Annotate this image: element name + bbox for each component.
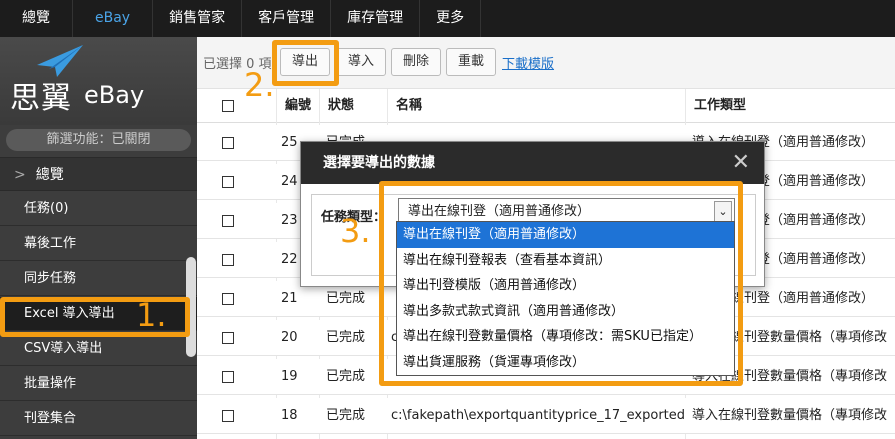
select-all-checkbox[interactable] — [222, 89, 234, 123]
checkbox-icon[interactable] — [222, 136, 234, 149]
checkbox-icon[interactable] — [222, 370, 234, 383]
table-header: 編號 狀態 名稱 工作類型 — [197, 89, 895, 123]
sidebar: 思翼 eBay 篩選功能：已關閉 > 總覽 任務(0) 幕後工作 同步任務 Exc… — [0, 37, 197, 439]
table-row[interactable]: 18 已完成 c:\fakepath\exportquantityprice_17_… — [197, 398, 895, 434]
delete-button[interactable]: 刪除 — [391, 48, 442, 76]
row-job-type: 導入在線刊登數量價格（專項修改 — [692, 408, 888, 423]
row-status: 已完成 — [326, 369, 366, 384]
row-name: c:\fakepath\exportquantityprice_17_expor… — [391, 408, 686, 423]
nav-sales-manager[interactable]: 銷售管家 — [153, 0, 243, 37]
sidebar-overview-label: 總覽 — [35, 167, 64, 183]
annotation-box-step3 — [379, 181, 743, 386]
row-checkbox[interactable] — [222, 320, 234, 356]
top-nav: 總覽 eBay 銷售管家 客戶管理 庫存管理 更多 — [0, 0, 895, 37]
sidebar-item-background-jobs[interactable]: 幕後工作 — [0, 227, 197, 261]
close-icon[interactable]: ✕ — [732, 142, 750, 184]
download-template-link[interactable]: 下載模版 — [502, 53, 554, 72]
header-job-type[interactable]: 工作類型 — [694, 89, 746, 123]
import-button[interactable]: 導入 — [336, 48, 387, 76]
nav-overview[interactable]: 總覽 — [0, 0, 73, 37]
dialog-title: 選擇要導出的數據 — [323, 155, 435, 171]
row-id: 25 — [281, 135, 298, 150]
checkbox-icon[interactable] — [222, 214, 234, 227]
sidebar-item-bulk-operations[interactable]: 批量操作 — [0, 367, 197, 401]
row-checkbox[interactable] — [222, 164, 234, 200]
row-checkbox[interactable] — [222, 281, 234, 317]
filter-status-pill[interactable]: 篩選功能：已關閉 — [6, 129, 191, 151]
logo-brand: eBay — [84, 81, 145, 109]
row-id: 18 — [281, 408, 298, 423]
checkbox-icon[interactable] — [222, 409, 234, 422]
checkbox-icon[interactable] — [222, 331, 234, 344]
checkbox-icon[interactable] — [222, 253, 234, 266]
row-checkbox[interactable] — [222, 398, 234, 434]
sidebar-overview[interactable]: > 總覽 — [0, 157, 197, 191]
row-id: 19 — [281, 369, 298, 384]
chevron-right-icon: > — [14, 167, 26, 183]
header-status[interactable]: 狀態 — [328, 89, 354, 123]
row-status: 已完成 — [326, 408, 366, 423]
nav-more[interactable]: 更多 — [420, 0, 482, 37]
sidebar-item-listing-collection[interactable]: 刊登集合 — [0, 402, 197, 436]
row-id: 21 — [281, 291, 298, 306]
row-id: 20 — [281, 330, 298, 345]
row-checkbox[interactable] — [222, 125, 234, 161]
checkbox-icon[interactable] — [222, 175, 234, 188]
annotation-step2: 2. — [244, 66, 275, 104]
annotation-step1: 1. — [136, 296, 167, 334]
row-id: 22 — [281, 252, 298, 267]
nav-customer-management[interactable]: 客戶管理 — [242, 0, 332, 37]
logo: 思翼 eBay — [0, 37, 197, 125]
sidebar-item-sync-tasks[interactable]: 同步任務 — [0, 262, 197, 296]
row-checkbox[interactable] — [222, 203, 234, 239]
annotation-box-step2 — [272, 40, 339, 86]
nav-inventory-management[interactable]: 庫存管理 — [331, 0, 421, 37]
row-checkbox[interactable] — [222, 242, 234, 278]
logo-text: 思翼 — [10, 81, 72, 116]
annotation-step3: 3. — [340, 212, 371, 250]
header-id[interactable]: 編號 — [285, 89, 311, 123]
row-status: 已完成 — [326, 330, 366, 345]
header-name[interactable]: 名稱 — [396, 89, 422, 123]
row-checkbox[interactable] — [222, 359, 234, 395]
reload-button[interactable]: 重載 — [446, 48, 497, 76]
dialog-header: 選擇要導出的數據 ✕ — [301, 142, 764, 184]
nav-ebay[interactable]: eBay — [73, 0, 154, 37]
sidebar-item-tasks[interactable]: 任務(0) — [0, 192, 197, 226]
sidebar-item-csv-import-export[interactable]: CSV導入導出 — [0, 332, 197, 366]
row-id: 24 — [281, 174, 298, 189]
checkbox-icon[interactable] — [222, 292, 234, 305]
row-id: 23 — [281, 213, 298, 228]
